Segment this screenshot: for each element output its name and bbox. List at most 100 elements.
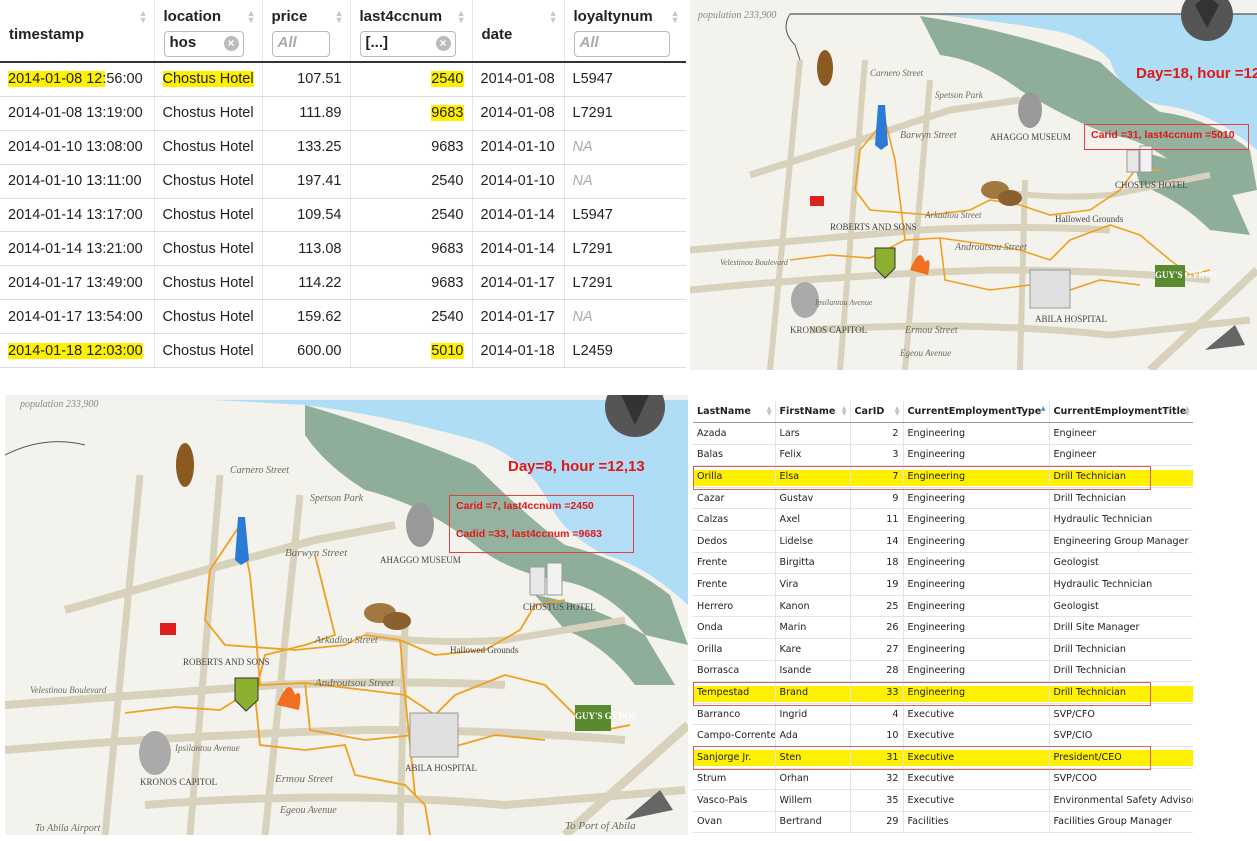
table-cell: 19 (850, 573, 904, 596)
table-cell: 29 (850, 811, 904, 834)
table-row[interactable]: Strum Orhan 32 Executive SVP/COO (693, 768, 1193, 791)
table-row[interactable]: Calzas Axel 11 Engineering Hydraulic Technic… (693, 508, 1193, 531)
transactions-header-row: timestamp ▲ ▼ location ▲ ▼ hos × price ▲ ▼ All … (0, 0, 686, 63)
table-cell-last4ccnum: 5010 (350, 333, 473, 369)
table-row[interactable]: Orilla Kare 27 Engineering Drill Technician (693, 638, 1193, 661)
transactions-table-panel: timestamp ▲ ▼ location ▲ ▼ hos × price ▲ ▼ All … (0, 0, 686, 370)
table-cell: Executive (903, 768, 1050, 791)
clear-filter-icon[interactable]: × (223, 36, 239, 51)
sort-arrows-icon[interactable]: ▲ ▼ (842, 406, 847, 417)
price-filter-input[interactable]: All (271, 31, 330, 57)
table-cell-date: 2014-01-10 (472, 164, 565, 199)
place-label: ROBERTS AND SONS (183, 657, 270, 667)
column-header-employment-title[interactable]: CurrentEmploymentTitle ▲ ▼ (1049, 401, 1193, 423)
table-row[interactable]: Cazar Gustav 9 Engineering Drill Technician (693, 487, 1193, 510)
sort-arrows-icon[interactable]: ▲ ▼ (1185, 406, 1190, 417)
table-cell-loyaltynum: L7291 (564, 96, 686, 131)
sort-ascending-icon[interactable]: ▲ (1041, 406, 1046, 412)
capitol-icon (139, 731, 171, 775)
table-cell-location: Chostus Hotel (154, 62, 263, 97)
table-row[interactable]: 2014-01-14 13:21:00 Chostus Hotel 113.08 96… (0, 231, 686, 267)
table-row[interactable]: 2014-01-17 13:49:00 Chostus Hotel 114.22 96… (0, 265, 686, 301)
place-label: AHAGGO MUSEUM (380, 555, 461, 565)
table-cell: Isande (775, 660, 851, 683)
place-label: GUY'S GYROS (575, 711, 637, 721)
table-row[interactable]: Frente Vira 19 Engineering Hydraulic Technic… (693, 573, 1193, 596)
sort-arrows-icon[interactable]: ▲ ▼ (457, 9, 466, 25)
table-cell: 3 (850, 444, 904, 467)
last4ccnum-filter-input[interactable]: [...] × (359, 31, 456, 57)
loyaltynum-filter-input[interactable]: All (573, 31, 670, 57)
table-cell: Engineering (903, 530, 1050, 553)
street-label: Barwyn Street (285, 547, 348, 559)
column-header-timestamp[interactable]: timestamp ▲ ▼ (0, 0, 155, 63)
column-header-loyaltynum[interactable]: loyaltynum ▲ ▼ All (564, 0, 686, 63)
car-callout: Carid =31, last4ccnum =5010 (1084, 124, 1249, 150)
highlight-outline (693, 682, 1151, 706)
table-cell: Engineering (903, 508, 1050, 531)
table-row[interactable]: 2014-01-10 13:11:00 Chostus Hotel 197.41 25… (0, 164, 686, 199)
table-row[interactable]: Vasco-Pais Willem 35 Executive Environmental… (693, 789, 1193, 812)
table-cell-date: 2014-01-08 (472, 96, 565, 131)
table-cell: Onda (693, 616, 776, 639)
table-row[interactable]: Frente Birgitta 18 Engineering Geologist (693, 552, 1193, 575)
table-row[interactable]: 2014-01-08 13:19:00 Chostus Hotel 111.89 96… (0, 96, 686, 131)
column-header-location[interactable]: location ▲ ▼ hos × (154, 0, 263, 63)
table-cell: Engineering (903, 444, 1050, 467)
map-day18-panel: population 233,900 Day=18, hour =12 Cari… (690, 0, 1257, 370)
coffee-cup-icon (176, 443, 194, 487)
place-label: KRONOS CAPITOL (140, 777, 218, 787)
table-row[interactable]: Azada Lars 2 Engineering Engineer (693, 422, 1193, 445)
sort-arrows-icon[interactable]: ▲ ▼ (247, 9, 256, 25)
table-cell-price: 114.22 (262, 265, 351, 301)
table-cell: Kanon (775, 595, 851, 618)
day-hour-label: Day=18, hour =12 (1136, 65, 1257, 82)
table-cell: Vira (775, 573, 851, 596)
transactions-table: timestamp ▲ ▼ location ▲ ▼ hos × price ▲ ▼ All … (0, 0, 686, 369)
table-row[interactable]: Onda Marin 26 Engineering Drill Site Manager (693, 616, 1193, 639)
table-cell: Engineering (903, 487, 1050, 510)
table-cell-timestamp: 2014-01-14 13:21:00 (0, 231, 155, 267)
table-cell-location: Chostus Hotel (154, 198, 263, 233)
location-filter-input[interactable]: hos × (163, 31, 244, 57)
table-row[interactable]: Herrero Kanon 25 Engineering Geologist (693, 595, 1193, 618)
sort-arrows-icon[interactable]: ▲ ▼ (895, 406, 900, 417)
table-cell: 4 (850, 703, 904, 726)
table-row[interactable]: Balas Felix 3 Engineering Engineer (693, 444, 1193, 467)
table-cell-last4ccnum: 2540 (350, 198, 473, 233)
table-cell-price: 113.08 (262, 231, 351, 267)
table-cell-price: 133.25 (262, 130, 351, 165)
sort-arrows-icon[interactable]: ▲ ▼ (671, 9, 680, 25)
sort-arrows-icon[interactable]: ▲ ▼ (335, 9, 344, 25)
table-cell-last4ccnum: 9683 (350, 265, 473, 301)
sort-arrows-icon[interactable]: ▲ ▼ (139, 9, 148, 25)
column-header-firstname[interactable]: FirstName ▲ ▼ (775, 401, 851, 423)
sort-arrows-icon[interactable]: ▲ ▼ (767, 406, 772, 417)
column-header-date[interactable]: date ▲ ▼ (472, 0, 565, 63)
highlight-outline (693, 746, 1151, 770)
table-row[interactable]: 2014-01-10 13:08:00 Chostus Hotel 133.25 96… (0, 130, 686, 165)
table-row[interactable]: 2014-01-17 13:54:00 Chostus Hotel 159.62 25… (0, 299, 686, 335)
column-header-last4ccnum[interactable]: last4ccnum ▲ ▼ [...] × (350, 0, 473, 63)
table-row[interactable]: 2014-01-08 12:56:00 Chostus Hotel 107.51 25… (0, 62, 686, 97)
table-cell: Campo-Corrente (693, 724, 776, 747)
table-row[interactable]: Campo-Corrente Ada 10 Executive SVP/CIO (693, 724, 1193, 747)
table-cell: 2 (850, 422, 904, 445)
table-cell-timestamp: 2014-01-18 12:03:00 (0, 333, 155, 369)
table-cell: SVP/CIO (1049, 724, 1193, 747)
column-header-carid[interactable]: CarID ▲ ▼ (850, 401, 904, 423)
table-row[interactable]: 2014-01-18 12:03:00 Chostus Hotel 600.00 50… (0, 333, 686, 369)
table-cell: Engineering Group Manager (1049, 530, 1193, 553)
column-header-price[interactable]: price ▲ ▼ All (262, 0, 351, 63)
table-row[interactable]: Barranco Ingrid 4 Executive SVP/CFO (693, 703, 1193, 726)
sort-arrows-icon[interactable]: ▲ ▼ (549, 9, 558, 25)
table-row[interactable]: Borrasca Isande 28 Engineering Drill Technic… (693, 660, 1193, 683)
clear-filter-icon[interactable]: × (435, 36, 451, 51)
table-cell: Herrero (693, 595, 776, 618)
column-header-employment-type[interactable]: CurrentEmploymentType ▲ (903, 401, 1050, 423)
table-row[interactable]: 2014-01-14 13:17:00 Chostus Hotel 109.54 25… (0, 198, 686, 233)
column-header-lastname[interactable]: LastName ▲ ▼ (693, 401, 776, 423)
table-row[interactable]: Ovan Bertrand 29 Facilities Facilities Group… (693, 811, 1193, 834)
table-row[interactable]: Dedos Lidelse 14 Engineering Engineering Gro… (693, 530, 1193, 553)
table-cell: SVP/CFO (1049, 703, 1193, 726)
